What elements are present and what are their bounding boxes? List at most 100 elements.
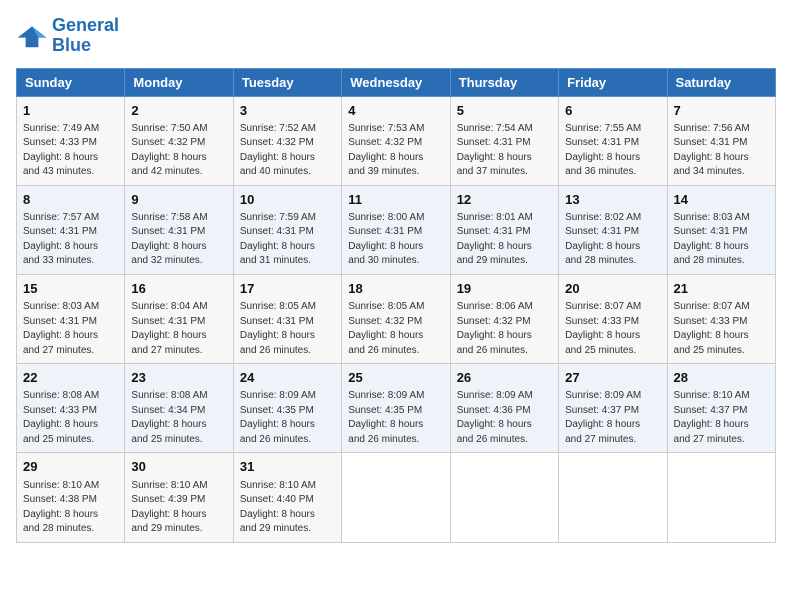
day-info: Sunrise: 8:10 AM Sunset: 4:37 PM Dayligh…: [674, 389, 769, 447]
calendar-day-3: 3 Sunrise: 7:52 AM Sunset: 4:32 PM Daylig…: [233, 96, 341, 185]
day-number: 24: [240, 369, 335, 387]
day-info: Sunrise: 8:05 AM Sunset: 4:32 PM Dayligh…: [348, 300, 443, 358]
day-info: Sunrise: 7:53 AM Sunset: 4:32 PM Dayligh…: [348, 122, 443, 180]
day-number: 1: [23, 102, 118, 120]
calendar-week-2: 8 Sunrise: 7:57 AM Sunset: 4:31 PM Daylig…: [17, 185, 776, 274]
calendar-day-7: 7 Sunrise: 7:56 AM Sunset: 4:31 PM Daylig…: [667, 96, 775, 185]
col-header-friday: Friday: [559, 68, 667, 96]
calendar-day-30: 30 Sunrise: 8:10 AM Sunset: 4:39 PM Dayli…: [125, 453, 233, 542]
calendar-day-15: 15 Sunrise: 8:03 AM Sunset: 4:31 PM Dayli…: [17, 274, 125, 363]
day-info: Sunrise: 8:09 AM Sunset: 4:35 PM Dayligh…: [348, 389, 443, 447]
day-info: Sunrise: 8:09 AM Sunset: 4:36 PM Dayligh…: [457, 389, 552, 447]
day-number: 8: [23, 191, 118, 209]
day-number: 10: [240, 191, 335, 209]
day-number: 9: [131, 191, 226, 209]
calendar-day-28: 28 Sunrise: 8:10 AM Sunset: 4:37 PM Dayli…: [667, 364, 775, 453]
day-number: 3: [240, 102, 335, 120]
calendar-day-19: 19 Sunrise: 8:06 AM Sunset: 4:32 PM Dayli…: [450, 274, 558, 363]
day-info: Sunrise: 8:02 AM Sunset: 4:31 PM Dayligh…: [565, 211, 660, 269]
day-number: 12: [457, 191, 552, 209]
calendar-day-22: 22 Sunrise: 8:08 AM Sunset: 4:33 PM Dayli…: [17, 364, 125, 453]
day-info: Sunrise: 8:01 AM Sunset: 4:31 PM Dayligh…: [457, 211, 552, 269]
day-info: Sunrise: 7:56 AM Sunset: 4:31 PM Dayligh…: [674, 122, 769, 180]
calendar-day-12: 12 Sunrise: 8:01 AM Sunset: 4:31 PM Dayli…: [450, 185, 558, 274]
day-number: 13: [565, 191, 660, 209]
day-info: Sunrise: 7:50 AM Sunset: 4:32 PM Dayligh…: [131, 122, 226, 180]
day-info: Sunrise: 8:09 AM Sunset: 4:35 PM Dayligh…: [240, 389, 335, 447]
day-info: Sunrise: 7:57 AM Sunset: 4:31 PM Dayligh…: [23, 211, 118, 269]
day-number: 20: [565, 280, 660, 298]
calendar-day-24: 24 Sunrise: 8:09 AM Sunset: 4:35 PM Dayli…: [233, 364, 341, 453]
calendar-day-8: 8 Sunrise: 7:57 AM Sunset: 4:31 PM Daylig…: [17, 185, 125, 274]
calendar-week-3: 15 Sunrise: 8:03 AM Sunset: 4:31 PM Dayli…: [17, 274, 776, 363]
empty-cell: [667, 453, 775, 542]
day-info: Sunrise: 7:58 AM Sunset: 4:31 PM Dayligh…: [131, 211, 226, 269]
page-header: General Blue: [16, 16, 776, 56]
logo-icon: [16, 20, 48, 52]
day-number: 30: [131, 458, 226, 476]
day-number: 31: [240, 458, 335, 476]
day-number: 22: [23, 369, 118, 387]
calendar-day-21: 21 Sunrise: 8:07 AM Sunset: 4:33 PM Dayli…: [667, 274, 775, 363]
col-header-monday: Monday: [125, 68, 233, 96]
day-info: Sunrise: 8:10 AM Sunset: 4:40 PM Dayligh…: [240, 479, 335, 537]
calendar-table: SundayMondayTuesdayWednesdayThursdayFrid…: [16, 68, 776, 543]
day-info: Sunrise: 8:07 AM Sunset: 4:33 PM Dayligh…: [674, 300, 769, 358]
day-number: 29: [23, 458, 118, 476]
day-info: Sunrise: 8:03 AM Sunset: 4:31 PM Dayligh…: [674, 211, 769, 269]
calendar-day-20: 20 Sunrise: 8:07 AM Sunset: 4:33 PM Dayli…: [559, 274, 667, 363]
calendar-week-4: 22 Sunrise: 8:08 AM Sunset: 4:33 PM Dayli…: [17, 364, 776, 453]
calendar-day-27: 27Sunrise: 8:09 AM Sunset: 4:37 PM Dayli…: [559, 364, 667, 453]
calendar-day-17: 17Sunrise: 8:05 AM Sunset: 4:31 PM Dayli…: [233, 274, 341, 363]
day-number: 28: [674, 369, 769, 387]
calendar-day-31: 31 Sunrise: 8:10 AM Sunset: 4:40 PM Dayli…: [233, 453, 341, 542]
day-info: Sunrise: 8:08 AM Sunset: 4:33 PM Dayligh…: [23, 389, 118, 447]
col-header-wednesday: Wednesday: [342, 68, 450, 96]
logo: General Blue: [16, 16, 119, 56]
day-info: Sunrise: 7:49 AM Sunset: 4:33 PM Dayligh…: [23, 122, 118, 180]
day-info: Sunrise: 7:54 AM Sunset: 4:31 PM Dayligh…: [457, 122, 552, 180]
day-number: 2: [131, 102, 226, 120]
empty-cell: [342, 453, 450, 542]
calendar-day-16: 16 Sunrise: 8:04 AM Sunset: 4:31 PM Dayli…: [125, 274, 233, 363]
day-info: Sunrise: 8:04 AM Sunset: 4:31 PM Dayligh…: [131, 300, 226, 358]
col-header-sunday: Sunday: [17, 68, 125, 96]
calendar-header: SundayMondayTuesdayWednesdayThursdayFrid…: [17, 68, 776, 96]
day-number: 21: [674, 280, 769, 298]
day-number: 19: [457, 280, 552, 298]
calendar-day-14: 14 Sunrise: 8:03 AM Sunset: 4:31 PM Dayli…: [667, 185, 775, 274]
calendar-week-1: 1 Sunrise: 7:49 AM Sunset: 4:33 PM Daylig…: [17, 96, 776, 185]
calendar-day-2: 2 Sunrise: 7:50 AM Sunset: 4:32 PM Daylig…: [125, 96, 233, 185]
day-info: Sunrise: 8:03 AM Sunset: 4:31 PM Dayligh…: [23, 300, 118, 358]
day-info: Sunrise: 7:52 AM Sunset: 4:32 PM Dayligh…: [240, 122, 335, 180]
day-number: 5: [457, 102, 552, 120]
day-number: 15: [23, 280, 118, 298]
day-info: Sunrise: 8:08 AM Sunset: 4:34 PM Dayligh…: [131, 389, 226, 447]
day-number: 16: [131, 280, 226, 298]
day-info: Sunrise: 8:07 AM Sunset: 4:33 PM Dayligh…: [565, 300, 660, 358]
empty-cell: [450, 453, 558, 542]
calendar-day-13: 13 Sunrise: 8:02 AM Sunset: 4:31 PM Dayli…: [559, 185, 667, 274]
empty-cell: [559, 453, 667, 542]
day-number: 7: [674, 102, 769, 120]
calendar-day-11: 11Sunrise: 8:00 AM Sunset: 4:31 PM Dayli…: [342, 185, 450, 274]
day-info: Sunrise: 8:09 AM Sunset: 4:37 PM Dayligh…: [565, 389, 660, 447]
day-number: 23: [131, 369, 226, 387]
calendar-day-6: 6 Sunrise: 7:55 AM Sunset: 4:31 PM Daylig…: [559, 96, 667, 185]
calendar-day-9: 9 Sunrise: 7:58 AM Sunset: 4:31 PM Daylig…: [125, 185, 233, 274]
col-header-saturday: Saturday: [667, 68, 775, 96]
day-info: Sunrise: 7:55 AM Sunset: 4:31 PM Dayligh…: [565, 122, 660, 180]
day-info: Sunrise: 8:06 AM Sunset: 4:32 PM Dayligh…: [457, 300, 552, 358]
day-info: Sunrise: 8:10 AM Sunset: 4:39 PM Dayligh…: [131, 479, 226, 537]
calendar-day-10: 10Sunrise: 7:59 AM Sunset: 4:31 PM Dayli…: [233, 185, 341, 274]
day-info: Sunrise: 8:05 AM Sunset: 4:31 PM Dayligh…: [240, 300, 335, 358]
col-header-tuesday: Tuesday: [233, 68, 341, 96]
day-info: Sunrise: 8:00 AM Sunset: 4:31 PM Dayligh…: [348, 211, 443, 269]
calendar-day-1: 1 Sunrise: 7:49 AM Sunset: 4:33 PM Daylig…: [17, 96, 125, 185]
day-number: 14: [674, 191, 769, 209]
calendar-day-23: 23 Sunrise: 8:08 AM Sunset: 4:34 PM Dayli…: [125, 364, 233, 453]
col-header-thursday: Thursday: [450, 68, 558, 96]
day-number: 6: [565, 102, 660, 120]
day-number: 18: [348, 280, 443, 298]
day-number: 4: [348, 102, 443, 120]
